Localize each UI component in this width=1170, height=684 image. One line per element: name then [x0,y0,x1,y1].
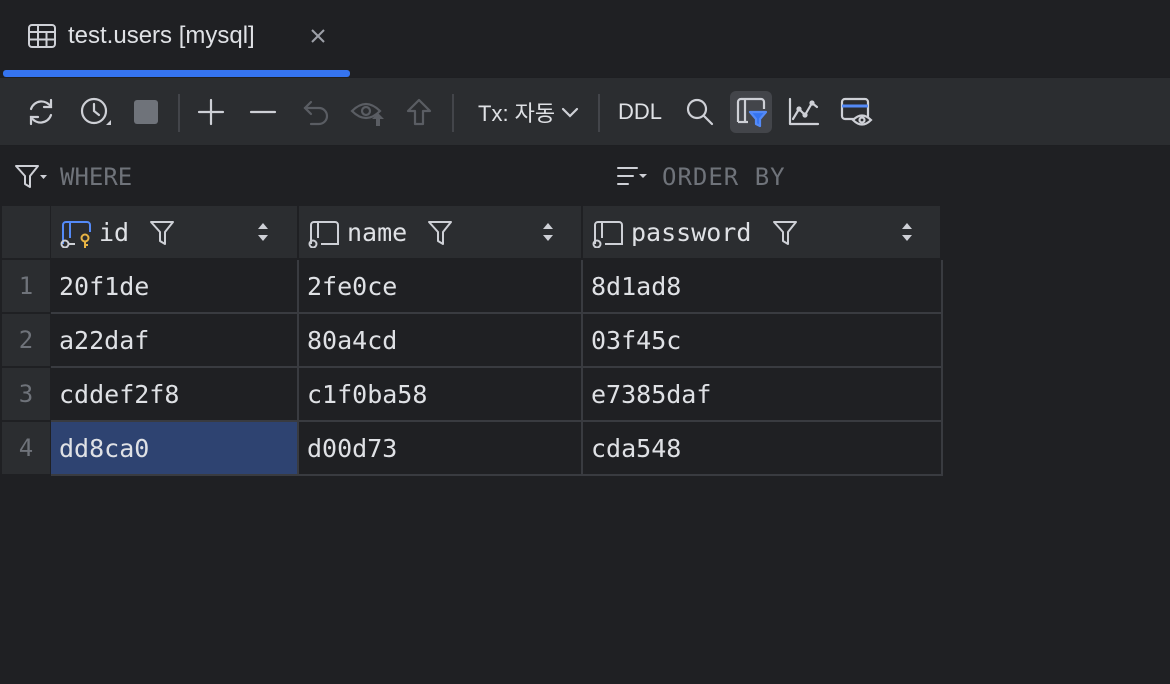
row-number[interactable]: 3 [2,368,50,422]
history-icon [78,95,112,129]
row-number-header[interactable] [2,206,50,258]
submit-icon [404,97,434,127]
toolbar-separator [452,94,454,132]
column-filter-icon[interactable] [427,220,453,251]
where-filter-input[interactable]: WHERE [60,163,132,191]
column-icon [591,220,625,253]
selected-table-cell[interactable]: dd8ca0 [51,422,299,476]
refresh-icon [24,95,58,129]
view-mode-button[interactable] [835,91,877,133]
table-cell[interactable]: 2fe0ce [299,260,583,314]
search-button[interactable] [679,91,721,133]
tx-mode-label: Tx: 자동 [478,101,556,126]
search-icon [685,97,715,127]
column-icon [307,220,341,253]
row-number[interactable]: 4 [2,422,50,476]
column-name: password [631,218,752,247]
column-header-name[interactable]: name [299,206,583,258]
sort-toggle-icon[interactable] [901,222,913,247]
row-number[interactable]: 2 [2,314,50,368]
transaction-mode-dropdown[interactable]: Tx: 자동 [470,91,587,133]
table-cell[interactable]: d00d73 [299,422,583,476]
tab-test-users[interactable]: test.users [mysql] [0,0,350,76]
revert-icon [301,97,331,127]
toolbar-separator [178,94,180,132]
data-editor-toolbar: Tx: 자동 DDL [0,77,1170,146]
row-number[interactable]: 1 [2,260,50,314]
delete-row-button[interactable] [242,91,284,133]
primary-key-column-icon [59,220,93,253]
add-row-button[interactable] [190,91,232,133]
stop-icon [133,99,159,125]
table-cell[interactable]: 8d1ad8 [583,260,943,314]
stop-button[interactable] [125,91,167,133]
column-filter-icon[interactable] [772,220,798,251]
table-cell[interactable]: a22daf [51,314,299,368]
chart-icon [788,97,820,127]
chevron-down-icon [561,99,579,125]
close-icon[interactable] [306,24,330,48]
sort-toggle-icon[interactable] [542,222,554,247]
history-button[interactable] [74,91,116,133]
table-icon [28,24,56,48]
table-cell[interactable]: c1f0ba58 [299,368,583,422]
column-name: name [347,218,408,247]
preview-button[interactable] [347,91,389,133]
revert-button[interactable] [295,91,337,133]
sort-toggle-icon[interactable] [257,222,269,247]
chart-button[interactable] [783,91,825,133]
editor-tab-bar: test.users [mysql] [0,0,1170,77]
filter-bar [0,147,1170,205]
submit-button[interactable] [398,91,440,133]
column-name: id [99,218,130,247]
table-cell[interactable]: cddef2f8 [51,368,299,422]
filter-icon [734,95,768,129]
ddl-button[interactable]: DDL [610,91,670,133]
delete-row-icon [248,97,278,127]
filter-icon[interactable] [14,164,48,195]
column-header-password[interactable]: password [583,206,942,258]
filter-toggle-button[interactable] [730,91,772,133]
refresh-button[interactable] [20,91,62,133]
table-cell[interactable]: 03f45c [583,314,943,368]
table-cell[interactable]: 20f1de [51,260,299,314]
table-cell[interactable]: e7385daf [583,368,943,422]
column-filter-icon[interactable] [149,220,175,251]
view-icon [839,96,873,128]
preview-icon [350,97,386,127]
add-row-icon [196,97,226,127]
column-header-id[interactable]: id [51,206,299,258]
toolbar-separator [598,94,600,132]
sort-icon[interactable] [615,165,651,194]
order-by-input[interactable]: ORDER BY [662,163,786,191]
tab-title: test.users [mysql] [68,22,255,49]
table-cell[interactable]: cda548 [583,422,943,476]
active-tab-indicator [3,70,350,77]
table-cell[interactable]: 80a4cd [299,314,583,368]
